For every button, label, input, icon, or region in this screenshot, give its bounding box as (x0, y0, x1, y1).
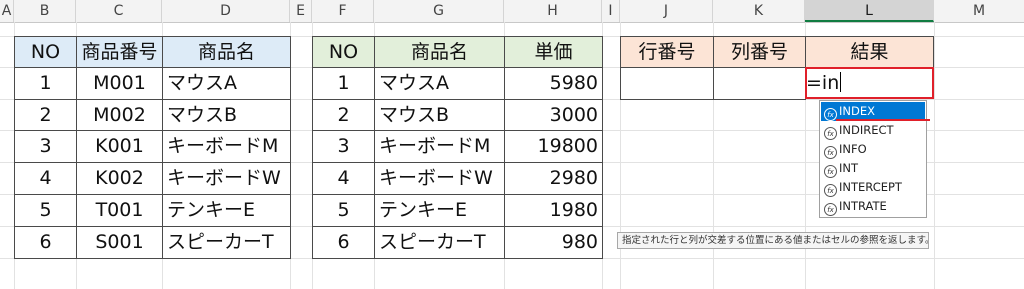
function-icon: fx (824, 165, 837, 178)
t2-cell[interactable]: マウスA (374, 67, 505, 100)
t2-header-no[interactable]: NO (312, 36, 375, 68)
t1-cell[interactable]: マウスA (162, 67, 291, 100)
col-header-h[interactable]: H (504, 0, 602, 22)
t1-cell[interactable]: M001 (76, 67, 163, 100)
col-header-k[interactable]: K (713, 0, 805, 22)
function-icon: fx (824, 127, 837, 140)
text-caret (840, 72, 842, 92)
t2-cell[interactable]: 980 (504, 226, 603, 259)
t2-cell[interactable]: 1980 (504, 194, 603, 227)
function-autocomplete-list[interactable]: fx INDEX fx INDIRECT fx INFO fx INT fx INTERC… (819, 100, 927, 218)
function-icon: fx (824, 184, 837, 197)
col-header-l[interactable]: L (805, 0, 934, 22)
autocomplete-item-intrate[interactable]: fx INTRATE (821, 197, 925, 216)
col-header-g[interactable]: G (374, 0, 504, 22)
function-icon: fx (824, 203, 837, 216)
annotation-underline (836, 119, 930, 121)
col-header-e[interactable]: E (290, 0, 312, 22)
autocomplete-item-int[interactable]: fx INT (821, 159, 925, 178)
column-header-bar: A B C D E F G H I J K L M (0, 0, 1024, 23)
t1-cell[interactable]: 4 (14, 162, 77, 195)
function-description-tooltip: 指定された行と列が交差する位置にある値またはセルの参照を返します。 (617, 232, 929, 249)
t2-cell[interactable]: 6 (312, 226, 375, 259)
t1-cell[interactable]: S001 (76, 226, 163, 259)
col-header-i[interactable]: I (602, 0, 620, 22)
t2-cell[interactable]: 19800 (504, 130, 603, 163)
t2-cell[interactable]: 3000 (504, 99, 603, 131)
t2-cell[interactable]: 5980 (504, 67, 603, 100)
t1-header-code[interactable]: 商品番号 (76, 36, 163, 68)
autocomplete-item-info[interactable]: fx INFO (821, 140, 925, 159)
t2-cell[interactable]: 3 (312, 130, 375, 163)
t3-header-result[interactable]: 結果 (805, 36, 934, 68)
t1-cell[interactable]: キーボードM (162, 130, 291, 163)
t1-cell[interactable]: スピーカーT (162, 226, 291, 259)
t2-cell[interactable]: 4 (312, 162, 375, 195)
t1-cell[interactable]: 3 (14, 130, 77, 163)
t2-cell[interactable]: テンキーE (374, 194, 505, 227)
t1-cell[interactable]: 6 (14, 226, 77, 259)
autocomplete-item-intercept[interactable]: fx INTERCEPT (821, 178, 925, 197)
col-header-d[interactable]: D (162, 0, 290, 22)
t1-cell[interactable]: キーボードW (162, 162, 291, 195)
t1-header-no[interactable]: NO (14, 36, 77, 68)
col-header-c[interactable]: C (76, 0, 162, 22)
t2-header-name[interactable]: 商品名 (374, 36, 505, 68)
t2-cell[interactable]: スピーカーT (374, 226, 505, 259)
t1-cell[interactable]: テンキーE (162, 194, 291, 227)
autocomplete-item-indirect[interactable]: fx INDIRECT (821, 121, 925, 140)
col-header-j[interactable]: J (620, 0, 713, 22)
t2-header-price[interactable]: 単価 (504, 36, 603, 68)
col-header-m[interactable]: M (934, 0, 1024, 22)
t2-cell[interactable]: 1 (312, 67, 375, 100)
t2-cell[interactable]: キーボードM (374, 130, 505, 163)
col-header-f[interactable]: F (312, 0, 374, 22)
t1-cell[interactable]: T001 (76, 194, 163, 227)
t2-cell[interactable]: 2 (312, 99, 375, 131)
formula-editor[interactable]: =in (806, 69, 842, 97)
t1-cell[interactable]: 2 (14, 99, 77, 131)
col-header-a[interactable]: A (0, 0, 14, 22)
t2-cell[interactable]: キーボードW (374, 162, 505, 195)
col-header-b[interactable]: B (14, 0, 76, 22)
t1-header-name[interactable]: 商品名 (162, 36, 291, 68)
row-number-input-cell[interactable] (620, 67, 714, 100)
formula-text: =in (806, 72, 840, 94)
t1-cell[interactable]: K002 (76, 162, 163, 195)
function-icon: fx (824, 146, 837, 159)
t1-cell[interactable]: K001 (76, 130, 163, 163)
t1-cell[interactable]: マウスB (162, 99, 291, 131)
t3-header-row-number[interactable]: 行番号 (620, 36, 714, 68)
t2-cell[interactable]: 5 (312, 194, 375, 227)
t3-header-col-number[interactable]: 列番号 (713, 36, 806, 68)
t1-cell[interactable]: M002 (76, 99, 163, 131)
t2-cell[interactable]: 2980 (504, 162, 603, 195)
t2-cell[interactable]: マウスB (374, 99, 505, 131)
t1-cell[interactable]: 5 (14, 194, 77, 227)
col-number-input-cell[interactable] (713, 67, 806, 100)
t1-cell[interactable]: 1 (14, 67, 77, 100)
